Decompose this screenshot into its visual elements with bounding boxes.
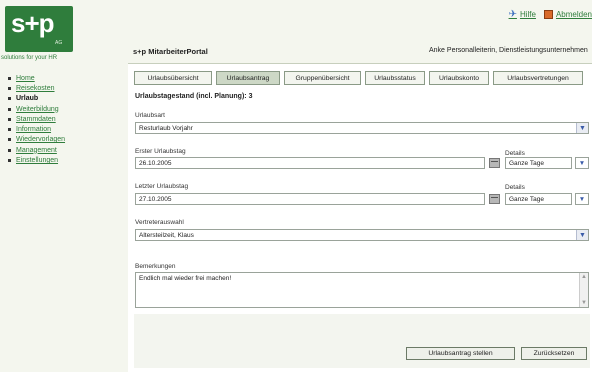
erster-details-value: Ganze Tage [509, 159, 544, 167]
calendar-icon[interactable] [489, 194, 500, 204]
tab-bar: Urlaubsübersicht Urlaubsantrag Gruppenüb… [134, 71, 583, 85]
tab-urlaubsantrag[interactable]: Urlaubsantrag [216, 71, 280, 85]
bullet-icon [8, 76, 11, 80]
bullet-icon [8, 97, 11, 101]
tab-urlaubsvertretungen[interactable]: Urlaubsvertretungen [493, 71, 583, 85]
bullet-icon [8, 159, 11, 163]
chevron-down-icon[interactable]: ▼ [576, 230, 588, 240]
erster-urlaubstag-input[interactable]: 26.10.2005 [135, 157, 485, 169]
sidebar-item-home[interactable]: Home [8, 73, 65, 83]
chevron-down-icon[interactable]: ▼ [576, 123, 588, 133]
scroll-down-icon[interactable]: ▼ [581, 300, 587, 306]
letzter-urlaubstag-label: Letzter Urlaubstag [135, 183, 189, 190]
sidebar-item-reisekosten[interactable]: Reisekosten [8, 83, 65, 93]
letzter-details-select[interactable]: Ganze Tage [505, 193, 572, 205]
urlaubsart-label: Urlaubsart [135, 112, 165, 119]
erster-details-dropdown-icon[interactable]: ▼ [575, 157, 589, 169]
sidebar-item-label[interactable]: Stammdaten [16, 116, 56, 123]
top-links: ✈ Hilfe Abmelden [509, 9, 592, 20]
vertreterauswahl-label: Vertreterauswahl [135, 219, 184, 226]
bullet-icon [8, 138, 11, 142]
bemerkungen-label: Bemerkungen [135, 263, 176, 270]
letzter-details-dropdown-icon[interactable]: ▼ [575, 193, 589, 205]
sidebar-item-label[interactable]: Urlaub [16, 95, 38, 102]
company-logo: s+p AG [5, 6, 73, 52]
sidebar-item-weiterbildung[interactable]: Weiterbildung [8, 104, 65, 114]
calendar-icon[interactable] [489, 158, 500, 168]
sidebar-item-label[interactable]: Weiterbildung [16, 106, 59, 113]
sidebar-nav: Home Reisekosten Urlaub Weiterbildung St… [8, 73, 65, 166]
help-link[interactable]: ✈ Hilfe [509, 9, 536, 20]
sidebar: Home Reisekosten Urlaub Weiterbildung St… [0, 63, 128, 372]
help-icon: ✈ [508, 9, 517, 20]
reset-button[interactable]: Zurücksetzen [521, 347, 587, 360]
sidebar-item-urlaub[interactable]: Urlaub [8, 94, 65, 104]
portal-title: s+p MitarbeiterPortal [133, 47, 208, 56]
bullet-icon [8, 148, 11, 152]
sidebar-item-management[interactable]: Management [8, 145, 65, 155]
vertreterauswahl-select[interactable]: Altersteilzeit, Klaus ▼ [135, 229, 589, 241]
erster-details-select[interactable]: Ganze Tage [505, 157, 572, 169]
tab-urlaubskonto[interactable]: Urlaubskonto [429, 71, 489, 85]
letzter-urlaubstag-input[interactable]: 27.10.2005 [135, 193, 485, 205]
letzter-details-value: Ganze Tage [509, 195, 544, 203]
logout-icon [543, 10, 553, 19]
vacation-balance: Urlaubstagestand (incl. Planung): 3 [135, 93, 253, 100]
tab-urlaubsuebersicht[interactable]: Urlaubsübersicht [134, 71, 212, 85]
bemerkungen-textarea[interactable]: Endlich mal wieder frei machen! ▲ ▼ [135, 272, 589, 308]
sidebar-item-label[interactable]: Einstellungen [16, 157, 58, 164]
bullet-icon [8, 117, 11, 121]
bullet-icon [8, 86, 11, 90]
vertreterauswahl-value: Altersteilzeit, Klaus [139, 231, 194, 239]
sidebar-item-einstellungen[interactable]: Einstellungen [8, 155, 65, 165]
erster-urlaubstag-value: 26.10.2005 [139, 159, 172, 167]
sidebar-item-label[interactable]: Information [16, 126, 51, 133]
bullet-icon [8, 107, 11, 111]
tab-urlaubsstatus[interactable]: Urlaubsstatus [365, 71, 425, 85]
sidebar-item-label[interactable]: Management [16, 147, 57, 154]
letzter-details-label: Details [505, 184, 525, 191]
textarea-scrollbar[interactable]: ▲ ▼ [579, 273, 588, 307]
tagline: solutions for your HR [1, 55, 58, 61]
logout-label: Abmelden [555, 10, 592, 19]
sidebar-item-label[interactable]: Reisekosten [16, 85, 55, 92]
logout-link[interactable]: Abmelden [543, 9, 592, 20]
sidebar-item-stammdaten[interactable]: Stammdaten [8, 114, 65, 124]
letzter-urlaubstag-value: 27.10.2005 [139, 195, 172, 203]
urlaubsart-value: Resturlaub Vorjahr [139, 124, 193, 132]
user-info: Anke Personalleiterin, Dienstleistungsun… [429, 47, 588, 54]
bemerkungen-value: Endlich mal wieder frei machen! [139, 275, 232, 282]
logo-ag: AG [55, 40, 63, 46]
main-content: Urlaubsübersicht Urlaubsantrag Gruppenüb… [130, 64, 592, 372]
bullet-icon [8, 128, 11, 132]
sidebar-item-wiedervorlagen[interactable]: Wiedervorlagen [8, 135, 65, 145]
tab-gruppenuebersicht[interactable]: Gruppenübersicht [284, 71, 361, 85]
help-label: Hilfe [519, 10, 536, 19]
sidebar-item-information[interactable]: Information [8, 124, 65, 134]
logo-text: s+p [11, 8, 55, 38]
scroll-up-icon[interactable]: ▲ [581, 274, 587, 280]
urlaubsart-select[interactable]: Resturlaub Vorjahr ▼ [135, 122, 589, 134]
erster-details-label: Details [505, 150, 525, 157]
sidebar-item-label[interactable]: Home [16, 75, 35, 82]
sidebar-item-label[interactable]: Wiedervorlagen [16, 136, 65, 143]
header: s+p AG solutions for your HR ✈ Hilfe Abm… [0, 0, 592, 63]
erster-urlaubstag-label: Erster Urlaubstag [135, 148, 186, 155]
submit-vacation-request-button[interactable]: Urlaubsantrag stellen [406, 347, 515, 360]
